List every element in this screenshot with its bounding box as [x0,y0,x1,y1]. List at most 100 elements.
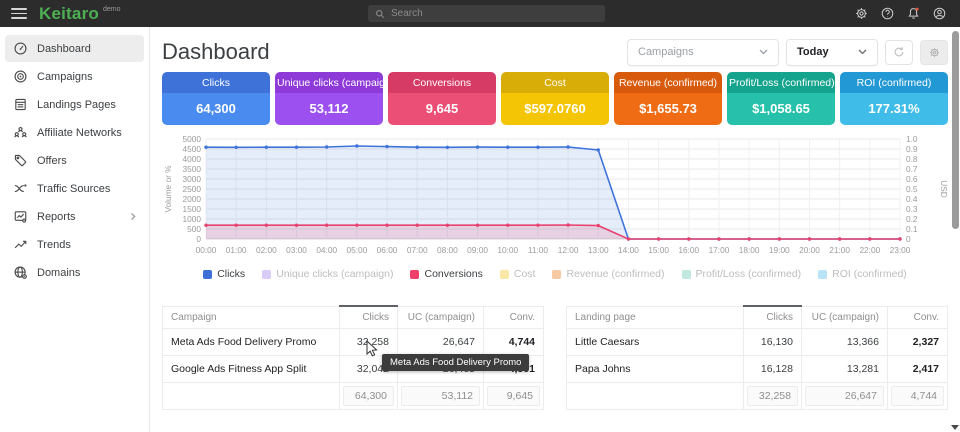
metric-card-value: $597.0760 [501,93,609,125]
sidebar-item-label: Dashboard [37,43,91,55]
svg-text:3000: 3000 [183,174,202,184]
trends-icon [12,237,28,253]
landing-page-row-name-cell[interactable]: Little Caesars [567,329,744,356]
svg-text:10:00: 10:00 [497,245,518,255]
metric-card-label: Unique clicks (campaign) [275,72,383,93]
landing-page-row: Papa Johns16,12813,2812,417 [567,356,948,383]
date-range-select[interactable]: Today [786,39,878,66]
notifications-bell-icon[interactable] [906,6,921,21]
sidebar-item-dashboard[interactable]: Dashboard [5,35,144,62]
campaign-row-name-cell[interactable]: Google Ads Fitness App Split [163,356,340,383]
scroll-down-arrow-icon[interactable] [951,425,959,430]
sidebar-item-offers[interactable]: Offers [5,147,144,174]
column-header-landing-page[interactable]: Landing page [567,306,744,329]
account-icon[interactable] [932,6,947,21]
page-scrollbar [950,27,960,432]
sidebar-item-landings-pages[interactable]: Landings Pages [5,91,144,118]
svg-text:0.1: 0.1 [906,224,918,234]
sidebar-item-label: Traffic Sources [37,183,110,195]
column-header-conv[interactable]: Conv. [484,306,544,329]
svg-text:4000: 4000 [183,154,202,164]
campaign-filter-select[interactable]: Campaigns [627,39,779,66]
column-header-campaign[interactable]: Campaign [163,306,340,329]
refresh-button[interactable] [885,40,913,65]
column-header-uc-campaign[interactable]: UC (campaign) [398,306,484,329]
dashboard-settings-button[interactable] [920,40,948,65]
total-cell: 53,112 [398,383,484,410]
svg-text:1.0: 1.0 [906,134,918,144]
top-bar: Keitaro demo [0,0,960,27]
column-header-clicks[interactable]: Clicks [340,306,398,329]
legend-item-revenue-confirmed[interactable]: Revenue (confirmed) [552,268,664,280]
metric-cards-row: Clicks64,300Unique clicks (campaign)53,1… [162,72,948,125]
legend-item-conversions[interactable]: Conversions [410,268,482,280]
metric-card-unique-clicks-campaign: Unique clicks (campaign)53,112 [275,72,383,125]
svg-text:03:00: 03:00 [286,245,307,255]
svg-text:0.4: 0.4 [906,194,918,204]
svg-text:05:00: 05:00 [346,245,367,255]
totals-row: 32,25826,6474,744 [567,383,948,410]
svg-text:0.7: 0.7 [906,164,918,174]
legend-item-roi-confirmed[interactable]: ROI (confirmed) [818,268,907,280]
scrollbar-thumb[interactable] [952,31,959,229]
legend-item-clicks[interactable]: Clicks [203,268,245,280]
total-cell [567,383,744,410]
sidebar-item-reports[interactable]: Reports [5,203,144,230]
legend-label: Revenue (confirmed) [566,268,664,280]
metric-card-profit-loss-confirmed: Profit/Loss (confirmed)$1,058.65 [727,72,835,125]
svg-text:00:00: 00:00 [196,245,217,255]
sidebar-item-campaigns[interactable]: Campaigns [5,63,144,90]
legend-item-unique-clicks-campaign[interactable]: Unique clicks (campaign) [262,268,393,280]
value-cell: 2,417 [888,356,948,383]
help-icon[interactable] [880,6,895,21]
legend-swatch [818,270,827,279]
settings-icon[interactable] [854,6,869,21]
legend-swatch [203,270,212,279]
svg-text:0: 0 [196,234,201,244]
svg-text:500: 500 [187,224,201,234]
page-title: Dashboard [162,39,270,65]
metric-card-revenue-confirmed: Revenue (confirmed)$1,655.73 [614,72,722,125]
date-range-value: Today [797,46,829,58]
campaign-row-name-cell[interactable]: Meta Ads Food Delivery Promo [163,329,340,356]
landing-page-row: Little Caesars16,13013,3662,327 [567,329,948,356]
metric-card-label: Cost [501,72,609,93]
svg-text:1500: 1500 [183,204,202,214]
svg-text:1000: 1000 [183,214,202,224]
svg-text:0: 0 [906,234,911,244]
campaign-row: Meta Ads Food Delivery Promo32,25826,647… [163,329,544,356]
svg-text:21:00: 21:00 [829,245,850,255]
sidebar-item-trends[interactable]: Trends [5,231,144,258]
value-cell: 16,128 [744,356,802,383]
metric-card-value: 53,112 [275,93,383,125]
value-cell: 13,281 [802,356,888,383]
svg-text:2500: 2500 [183,184,202,194]
sidebar-item-traffic-sources[interactable]: Traffic Sources [5,175,144,202]
gear-icon [928,46,941,59]
dashboard-chart: 0500100015002000250030003500400045005000… [162,133,948,263]
search-input[interactable] [391,8,599,19]
affiliate-icon [12,125,28,141]
sidebar-item-label: Reports [37,211,76,223]
svg-text:01:00: 01:00 [226,245,247,255]
offers-icon [12,153,28,169]
column-header-conv[interactable]: Conv. [888,306,948,329]
svg-text:04:00: 04:00 [316,245,337,255]
svg-text:13:00: 13:00 [588,245,609,255]
menu-toggle-icon[interactable] [11,8,27,19]
sidebar-item-affiliate-networks[interactable]: Affiliate Networks [5,119,144,146]
legend-item-cost[interactable]: Cost [500,268,536,280]
legend-swatch [552,270,561,279]
column-header-clicks[interactable]: Clicks [744,306,802,329]
landings-icon [12,97,28,113]
metric-card-cost: Cost$597.0760 [501,72,609,125]
column-header-uc-campaign[interactable]: UC (campaign) [802,306,888,329]
sidebar-item-domains[interactable]: Domains [5,259,144,286]
svg-text:08:00: 08:00 [437,245,458,255]
landing-page-row-name-cell[interactable]: Papa Johns [567,356,744,383]
sidebar-item-label: Campaigns [37,71,93,83]
svg-text:07:00: 07:00 [407,245,428,255]
search-bar[interactable] [368,5,605,22]
refresh-icon [892,45,906,59]
legend-item-profit-loss-confirmed[interactable]: Profit/Loss (confirmed) [682,268,802,280]
